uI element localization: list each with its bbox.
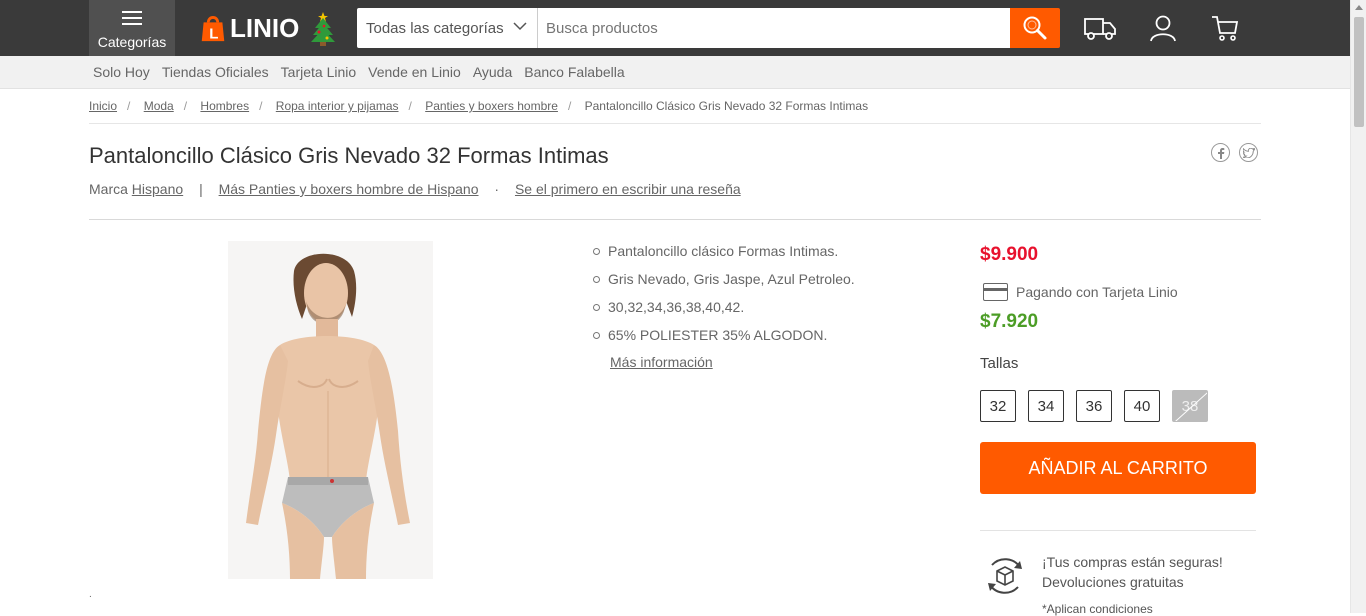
nav-ayuda[interactable]: Ayuda — [473, 64, 512, 80]
product-title: Pantaloncillo Clásico Gris Nevado 32 For… — [89, 143, 609, 168]
nav-banco-falabella[interactable]: Banco Falabella — [524, 64, 624, 80]
card-promo: Pagando con Tarjeta Linio — [983, 283, 1178, 301]
product-meta: Marca Hispano | Más Panties y boxers hom… — [89, 181, 741, 197]
account-button[interactable] — [1146, 12, 1180, 44]
truck-icon — [1084, 18, 1116, 40]
twitter-icon — [1242, 147, 1255, 158]
product-image[interactable] — [228, 241, 433, 579]
feature-item: Gris Nevado, Gris Jaspe, Azul Petroleo. — [590, 270, 855, 298]
nav-tarjeta-linio[interactable]: Tarjeta Linio — [281, 64, 357, 80]
card-promo-text: Pagando con Tarjeta Linio — [1016, 284, 1178, 300]
nav-vende-en-linio[interactable]: Vende en Linio — [368, 64, 461, 80]
share-facebook-button[interactable] — [1211, 143, 1230, 162]
divider — [89, 123, 1261, 124]
page-scrollbar[interactable] — [1350, 0, 1366, 613]
scroll-up-arrow-icon[interactable] — [1355, 5, 1363, 10]
secure-line-1: ¡Tus compras están seguras! — [1042, 554, 1223, 570]
conditions-note: *Aplican condiciones — [1042, 602, 1153, 616]
facebook-icon — [1217, 147, 1224, 159]
category-select[interactable]: Todas las categorías — [357, 8, 538, 48]
shopping-cart-icon — [1212, 16, 1239, 41]
write-review-link[interactable]: Se el primero en escribir una reseña — [515, 181, 741, 197]
product-features-list: Pantaloncillo clásico Formas Intimas. Gr… — [590, 242, 855, 354]
feature-item: 30,32,34,36,38,40,42. — [590, 298, 855, 326]
christmas-tree-icon — [311, 12, 336, 46]
top-header: Categorías L LINIO Todas las categorías — [0, 0, 1350, 56]
return-box-icon — [988, 558, 1022, 594]
divider — [89, 219, 1261, 220]
breadcrumb: Inicio / Moda / Hombres / Ropa interior y p… — [89, 99, 869, 113]
nav-tiendas-oficiales[interactable]: Tiendas Oficiales — [162, 64, 269, 80]
secure-purchase-text: ¡Tus compras están seguras! Devoluciones… — [1042, 552, 1223, 592]
breadcrumb-link[interactable]: Hombres — [200, 99, 249, 113]
categories-button[interactable]: Categorías — [89, 0, 175, 56]
size-option[interactable]: 32 — [980, 390, 1016, 422]
price: $9.900 — [980, 244, 1039, 265]
scrollbar-thumb[interactable] — [1354, 17, 1364, 127]
size-option[interactable]: 34 — [1028, 390, 1064, 422]
meta-dot: · — [494, 181, 500, 197]
brand-prefix: Marca — [89, 181, 128, 197]
user-icon — [1150, 15, 1176, 42]
svg-text:L: L — [209, 25, 218, 42]
logo-text: LINIO — [230, 12, 300, 43]
meta-separator: | — [199, 181, 203, 197]
card-price: $7.920 — [980, 311, 1039, 332]
product-photo — [228, 241, 433, 579]
more-products-link[interactable]: Más Panties y boxers hombre de Hispano — [219, 181, 479, 197]
categories-label: Categorías — [97, 34, 167, 50]
chevron-down-icon — [513, 22, 527, 31]
breadcrumb-link[interactable]: Inicio — [89, 99, 117, 113]
search-icon — [1023, 16, 1047, 40]
more-info-link[interactable]: Más información — [610, 354, 713, 370]
secondary-nav: Solo Hoy Tiendas Oficiales Tarjeta Linio… — [0, 56, 1350, 89]
shipping-truck-button[interactable] — [1083, 12, 1117, 44]
add-to-cart-button[interactable]: AÑADIR AL CARRITO — [980, 442, 1256, 494]
cart-button[interactable] — [1208, 12, 1242, 44]
linio-logo[interactable]: L LINIO — [198, 10, 337, 46]
size-option[interactable]: 40 — [1124, 390, 1160, 422]
size-option[interactable]: 36 — [1076, 390, 1112, 422]
stray-dot: . — [89, 589, 92, 600]
feature-item: Pantaloncillo clásico Formas Intimas. — [590, 242, 855, 270]
secure-line-2: Devoluciones gratuitas — [1042, 574, 1184, 590]
search-bar: Todas las categorías — [357, 8, 1060, 48]
sizes-label: Tallas — [980, 355, 1019, 372]
size-option-unavailable: 38 — [1172, 390, 1208, 422]
divider — [980, 530, 1256, 531]
breadcrumb-link[interactable]: Ropa interior y pijamas — [276, 99, 399, 113]
shopping-bag-logo-icon: L — [201, 16, 225, 42]
breadcrumb-current: Pantaloncillo Clásico Gris Nevado 32 For… — [584, 99, 869, 113]
nav-solo-hoy[interactable]: Solo Hoy — [93, 64, 150, 80]
breadcrumb-link[interactable]: Panties y boxers hombre — [425, 99, 558, 113]
search-input[interactable] — [538, 8, 1010, 48]
hamburger-icon — [122, 11, 142, 29]
share-twitter-button[interactable] — [1239, 143, 1258, 162]
feature-item: 65% POLIESTER 35% ALGODON. — [590, 326, 855, 354]
breadcrumb-link[interactable]: Moda — [144, 99, 174, 113]
credit-card-icon — [983, 283, 1008, 301]
category-select-value: Todas las categorías — [366, 19, 504, 37]
brand-link[interactable]: Hispano — [132, 181, 183, 197]
search-button[interactable] — [1010, 8, 1060, 48]
